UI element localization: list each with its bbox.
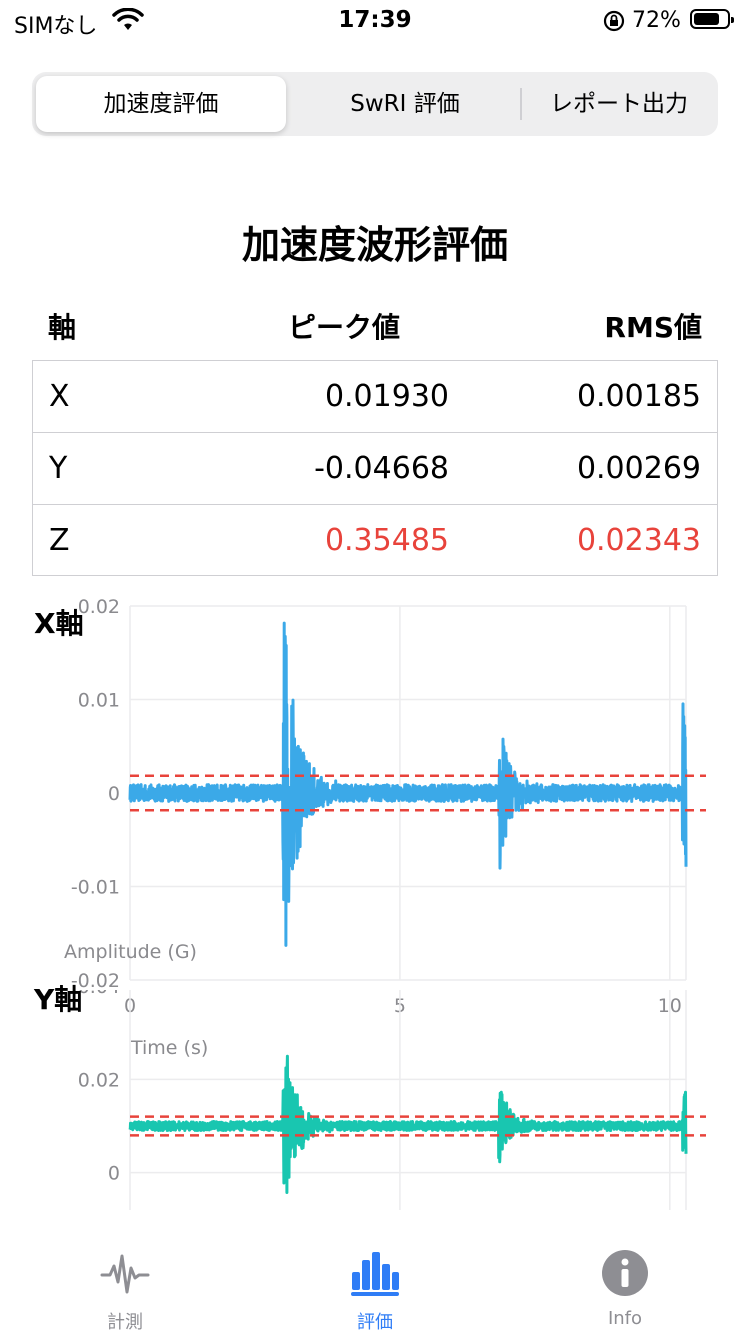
segment-swri[interactable]: SwRI 評価 xyxy=(294,76,516,132)
y-axis-title: Amplitude (G) xyxy=(64,941,197,963)
page-title: 加速度波形評価 xyxy=(241,223,508,267)
table-row: Z 0.35485 0.02343 xyxy=(32,504,718,576)
segment-acceleration[interactable]: 加速度評価 xyxy=(36,76,286,132)
y-axis-waveform-chart[interactable]: 0.040.020-0.02 xyxy=(0,990,750,1210)
waveform-icon xyxy=(100,1254,150,1294)
y-tick-label: 0.02 xyxy=(78,596,120,618)
y-tick-label: 0.01 xyxy=(78,690,120,712)
evaluation-segmented-control: 加速度評価 SwRI 評価 レポート出力 xyxy=(32,72,718,136)
y-tick-label: 0 xyxy=(108,1163,120,1185)
tab-measure-label: 計測 xyxy=(107,1312,143,1333)
cell-peak: 0.01930 xyxy=(324,379,449,414)
cell-peak: 0.35485 xyxy=(324,523,449,558)
tab-info-label: Info xyxy=(607,1308,643,1329)
segment-report[interactable]: レポート出力 xyxy=(524,76,714,132)
rotation-lock-icon xyxy=(603,10,625,32)
cell-rms: 0.00185 xyxy=(576,379,701,414)
header-rms: RMS値 xyxy=(604,311,702,344)
info-icon xyxy=(602,1250,648,1296)
table-row: Y -0.04668 0.00269 xyxy=(32,432,718,504)
waveform-line xyxy=(128,621,688,947)
y-tick-label: 0 xyxy=(108,783,120,805)
cell-rms: 0.02343 xyxy=(576,523,701,558)
tab-measure[interactable]: 計測 xyxy=(0,1210,250,1334)
tab-bar: 計測 評価 Info xyxy=(0,1210,750,1334)
table-header: 軸 ピーク値 RMS値 xyxy=(32,300,718,348)
results-table: X 0.01930 0.00185 Y -0.04668 0.00269 Z 0… xyxy=(32,360,718,576)
status-bar: SIMなし 17:39 72% xyxy=(0,0,750,44)
cell-rms: 0.00269 xyxy=(576,451,701,486)
x-axis-chart-label: X軸 xyxy=(34,607,84,640)
tab-evaluate-label: 評価 xyxy=(357,1312,393,1333)
y-tick-label: -0.01 xyxy=(71,877,120,899)
header-peak: ピーク値 xyxy=(287,311,400,344)
bar-chart-icon xyxy=(351,1252,399,1296)
x-axis-waveform-chart[interactable]: 0.020.010-0.01-0.02Amplitude (G)0 5 10Time… xyxy=(0,578,750,1060)
tab-evaluate[interactable]: 評価 xyxy=(250,1210,500,1334)
battery-icon xyxy=(690,9,734,29)
table-row: X 0.01930 0.00185 xyxy=(32,360,718,432)
y-tick-label: 0.02 xyxy=(78,1069,120,1091)
y-axis-chart-label: Y軸 xyxy=(34,983,83,1016)
tab-info[interactable]: Info xyxy=(500,1210,750,1334)
segment-divider xyxy=(520,88,522,120)
cell-peak: -0.04668 xyxy=(314,451,449,486)
y-tick-label: 0.04 xyxy=(78,990,120,998)
battery-percent: 72% xyxy=(632,8,681,33)
